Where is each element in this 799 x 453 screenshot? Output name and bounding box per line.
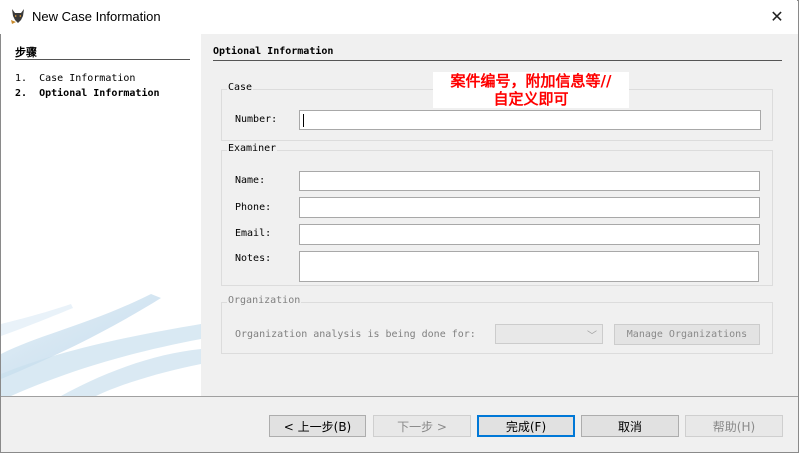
name-label: Name:	[235, 175, 266, 186]
help-button-label: 帮助(H)	[712, 419, 756, 434]
text-cursor	[303, 114, 304, 127]
finish-button-label: 完成(F)	[505, 419, 547, 434]
examiner-group-label: Examiner	[227, 143, 278, 154]
step-case-information: 1. Case Information	[15, 73, 135, 84]
steps-divider	[15, 59, 190, 60]
steps-panel: 步骤 1. Case Information 2. Optional Infor…	[1, 34, 201, 396]
notes-label: Notes:	[235, 253, 272, 264]
step-number: 2.	[15, 88, 28, 99]
examiner-name-input[interactable]	[299, 171, 760, 191]
cancel-button[interactable]: 取消	[581, 415, 679, 437]
step-label: Case Information	[39, 73, 136, 84]
footer-bar: < 上一步(B) 下一步 > 完成(F) 取消 帮助(H)	[1, 397, 798, 452]
decorative-swoosh-graphic	[1, 294, 201, 396]
organization-group: Organization Organization analysis is be…	[221, 295, 773, 354]
app-logo-icon	[11, 9, 24, 24]
examiner-notes-textarea[interactable]	[299, 251, 759, 282]
window-title: New Case Information	[32, 9, 161, 24]
step-optional-information: 2. Optional Information	[15, 88, 160, 99]
steps-header: 步骤	[15, 46, 37, 59]
manage-organizations-button[interactable]: Manage Organizations	[614, 324, 760, 345]
cancel-button-label: 取消	[617, 419, 642, 434]
number-label: Number:	[235, 114, 278, 125]
back-button[interactable]: < 上一步(B)	[269, 415, 366, 437]
finish-button[interactable]: 完成(F)	[477, 415, 575, 437]
annotation-line-2: 自定义即可	[493, 90, 569, 108]
next-button[interactable]: 下一步 >	[373, 415, 471, 437]
chevron-down-icon: ﹀	[587, 331, 597, 342]
case-number-input[interactable]	[299, 110, 761, 130]
next-button-label: 下一步 >	[397, 419, 447, 434]
section-title: Optional Information	[213, 46, 334, 57]
examiner-email-input[interactable]	[299, 224, 760, 245]
step-label: Optional Information	[39, 88, 160, 99]
organization-select[interactable]: ﹀	[495, 324, 603, 344]
close-icon[interactable]: ✕	[765, 5, 789, 29]
case-group-label: Case	[227, 82, 254, 93]
organization-analysis-label: Organization analysis is being done for:	[235, 329, 476, 340]
annotation-line-1: 案件编号，附加信息等//	[450, 72, 612, 90]
step-number: 1.	[15, 73, 28, 84]
help-button[interactable]: 帮助(H)	[685, 415, 783, 437]
examiner-group: Examiner Name: Phone: Email: Notes:	[221, 143, 773, 286]
section-divider	[213, 60, 782, 61]
email-label: Email:	[235, 228, 272, 239]
phone-label: Phone:	[235, 202, 272, 213]
back-button-label: < 上一步(B)	[283, 419, 352, 434]
organization-group-label: Organization	[227, 295, 302, 306]
title-bar: New Case Information ✕	[0, 0, 797, 34]
examiner-phone-input[interactable]	[299, 197, 760, 218]
annotation-note: 案件编号，附加信息等// 自定义即可	[433, 72, 629, 108]
